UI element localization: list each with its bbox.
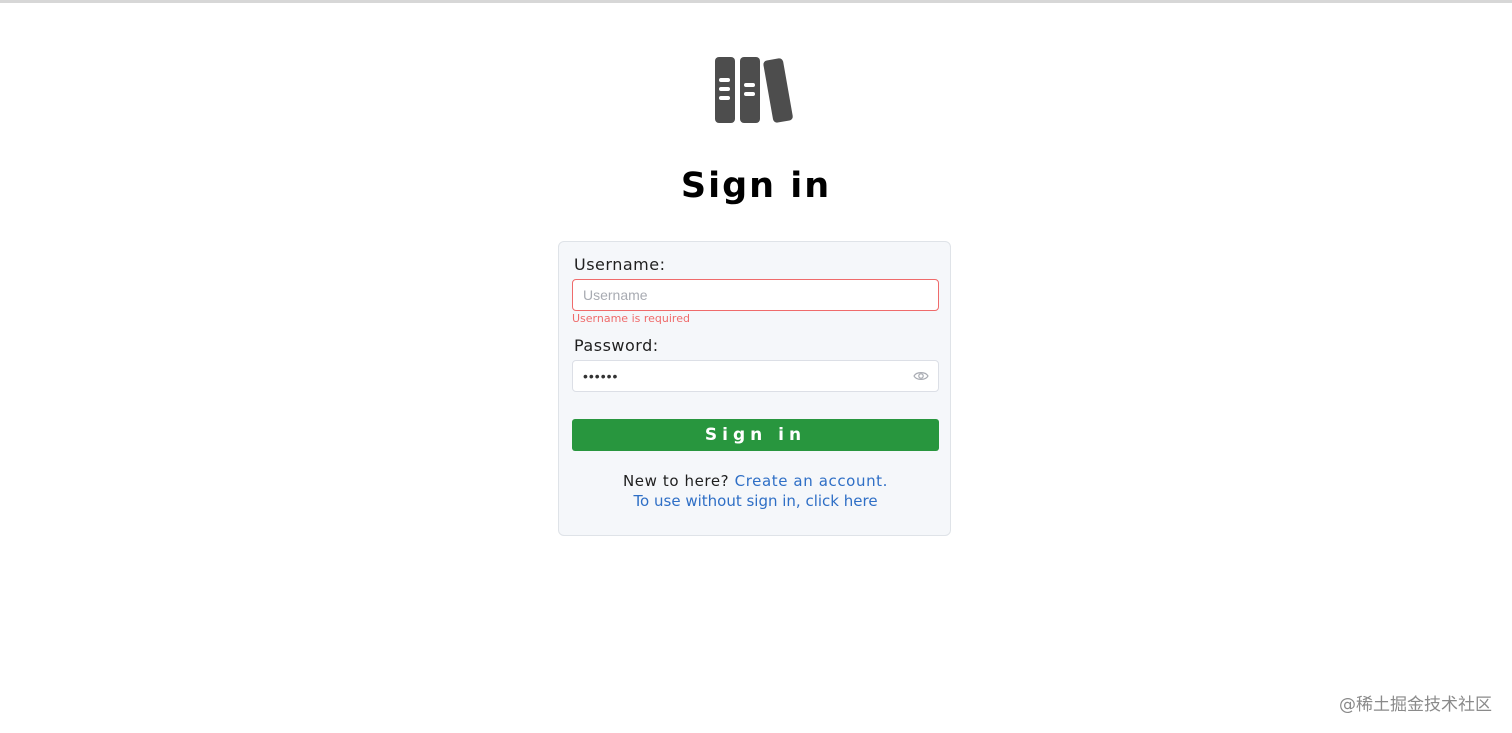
watermark: @稀土掘金技术社区 — [1339, 695, 1492, 715]
eye-icon[interactable] — [913, 369, 929, 383]
signup-prompt: New to here? Create an account. — [559, 472, 952, 490]
books-icon — [715, 57, 793, 123]
new-user-text: New to here? — [622, 472, 730, 490]
guest-prompt: To use without sign in, click here — [559, 492, 952, 510]
password-label: Password: — [574, 336, 659, 355]
page-title: Sign in — [680, 166, 832, 206]
create-account-link[interactable]: Create an account. — [735, 472, 888, 490]
password-input[interactable] — [572, 360, 939, 392]
sign-in-form: Username: Username is required Password:… — [558, 241, 951, 536]
guest-access-link[interactable]: To use without sign in, click here — [633, 492, 877, 510]
username-input[interactable] — [572, 279, 939, 311]
username-label: Username: — [574, 255, 666, 274]
sign-in-button[interactable]: Sign in — [572, 419, 939, 451]
top-border — [0, 0, 1512, 3]
username-error: Username is required — [572, 312, 690, 325]
